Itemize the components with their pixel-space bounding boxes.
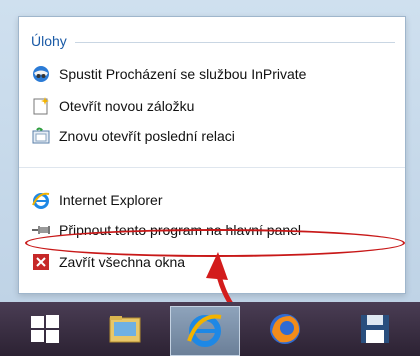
task-label: Spustit Procházení se službou InPrivate — [59, 66, 307, 82]
taskbar-internet-explorer[interactable] — [170, 306, 240, 356]
taskbar-start[interactable] — [10, 306, 80, 356]
section-divider — [74, 41, 395, 43]
close-all-windows[interactable]: Zavřít všechna okna — [31, 249, 393, 275]
menu-divider — [19, 167, 405, 168]
app-label: Zavřít všechna okna — [59, 254, 186, 270]
jump-list-window: Úlohy Spustit Procházení se službou InPr… — [0, 0, 420, 318]
taskbar-file-explorer[interactable] — [90, 306, 160, 356]
internet-explorer-icon — [31, 190, 51, 210]
app-label: Připnout tento program na hlavní panel — [59, 222, 302, 238]
internet-explorer-icon — [185, 309, 225, 354]
pin-icon — [31, 220, 51, 240]
task-label: Znovu otevřít poslední relaci — [59, 128, 235, 144]
section-header-tasks: Úlohy — [31, 31, 395, 51]
save-disk-icon — [356, 310, 394, 353]
task-new-tab[interactable]: Otevřít novou záložku — [31, 93, 393, 119]
taskbar-firefox[interactable] — [250, 306, 320, 356]
jump-list-menu: Úlohy Spustit Procházení se službou InPr… — [18, 16, 406, 294]
taskbar — [0, 302, 420, 356]
task-reopen-session[interactable]: Znovu otevřít poslední relaci — [31, 123, 393, 149]
app-internet-explorer[interactable]: Internet Explorer — [31, 187, 393, 213]
section-title: Úlohy — [31, 33, 67, 49]
new-tab-icon — [31, 96, 51, 116]
pin-to-taskbar[interactable]: Připnout tento program na hlavní panel — [31, 217, 393, 243]
file-explorer-icon — [106, 310, 144, 353]
reopen-session-icon — [31, 126, 51, 146]
close-all-icon — [31, 252, 51, 272]
task-label: Otevřít novou záložku — [59, 98, 195, 114]
taskbar-save-app[interactable] — [340, 306, 410, 356]
inprivate-icon — [31, 64, 51, 84]
firefox-icon — [266, 310, 304, 353]
app-label: Internet Explorer — [59, 192, 163, 208]
windows-start-icon — [29, 313, 61, 350]
task-inprivate[interactable]: Spustit Procházení se službou InPrivate — [31, 61, 393, 87]
